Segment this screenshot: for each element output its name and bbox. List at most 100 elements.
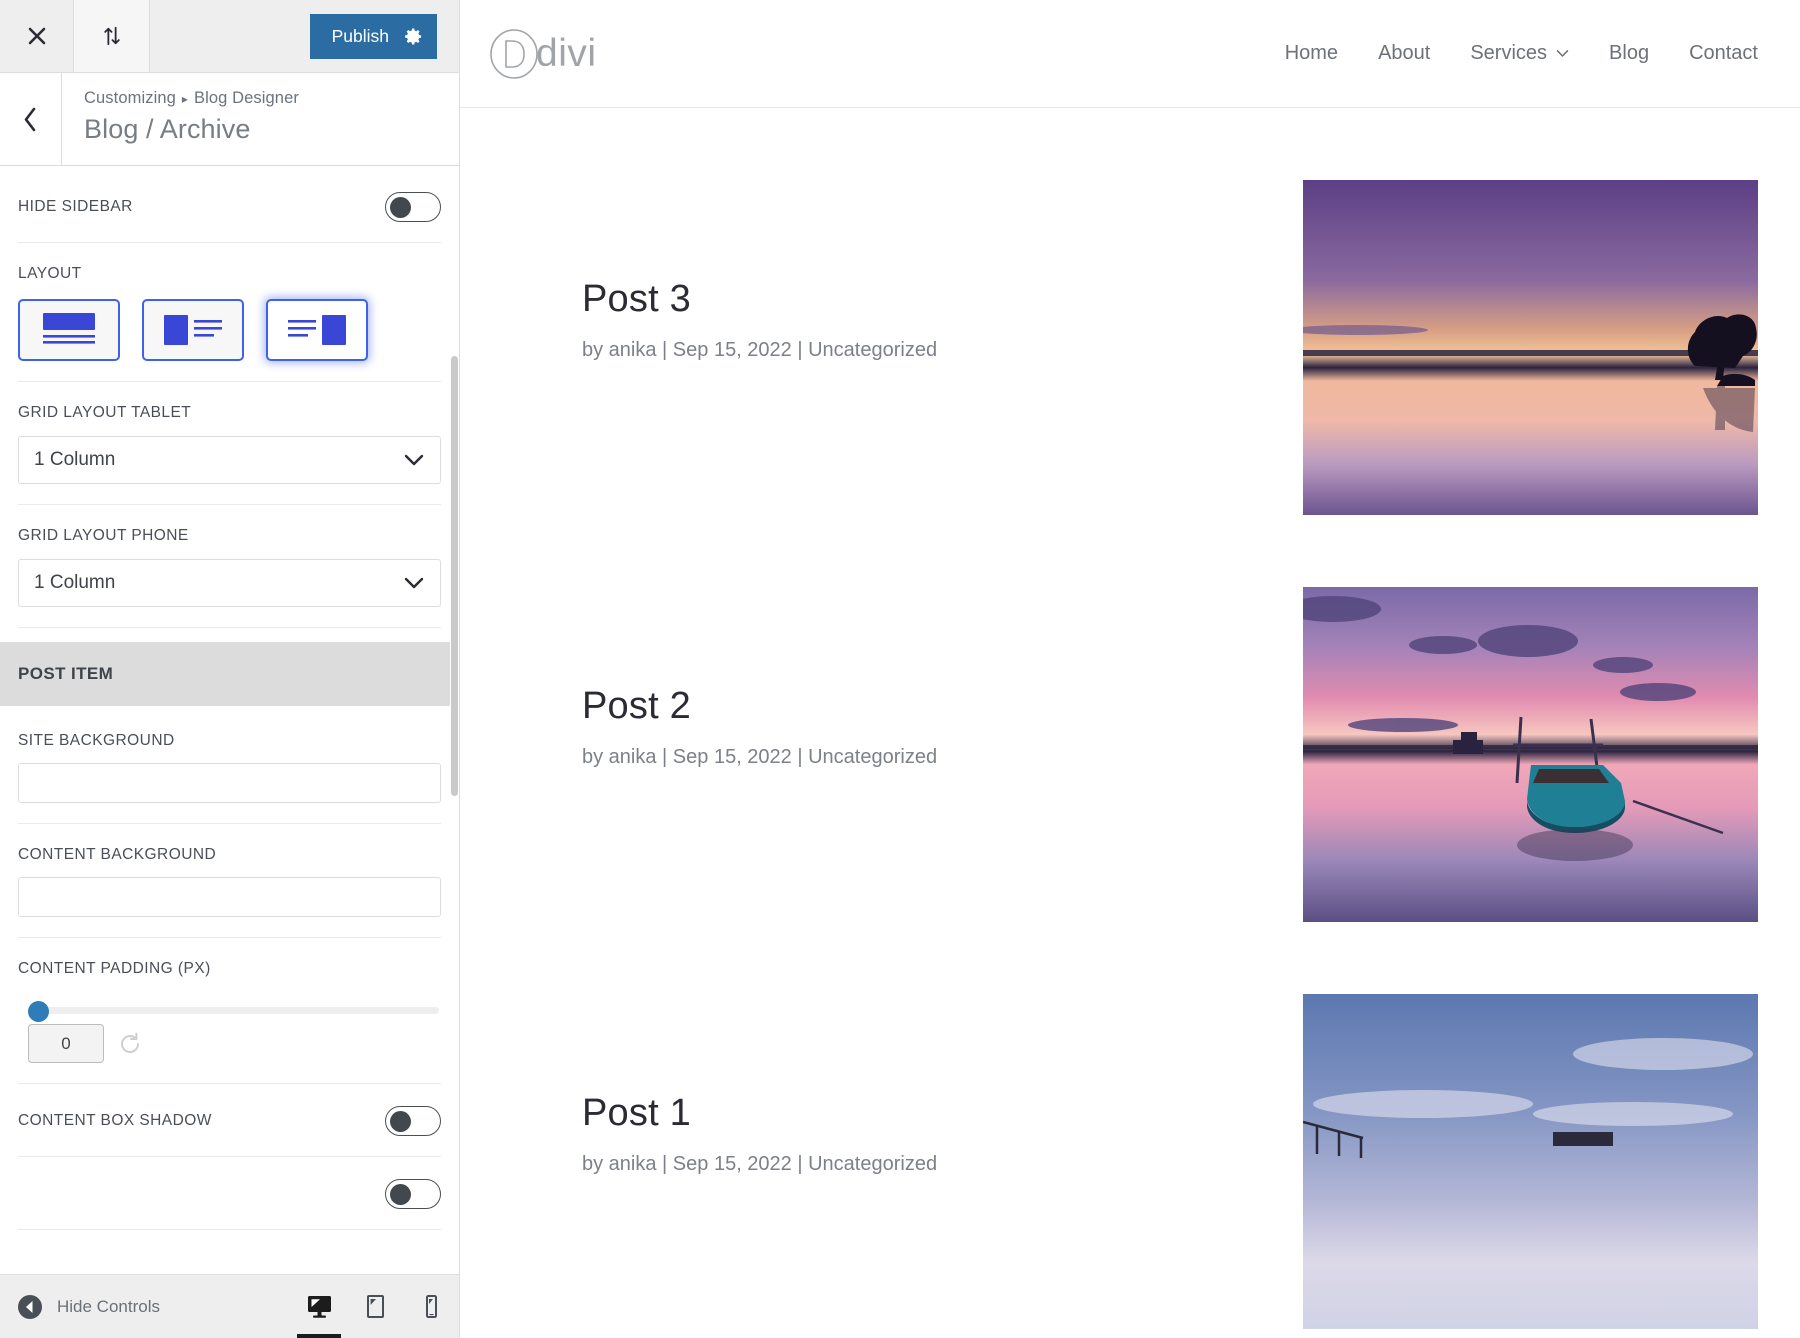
site-background-color-field[interactable]	[18, 763, 441, 803]
content-background-label: CONTENT BACKGROUND	[18, 846, 217, 863]
site-nav: Home About Services Blog Contact	[1285, 42, 1758, 65]
toggle-knob	[390, 1110, 411, 1132]
gear-icon	[404, 28, 421, 44]
content-box-shadow-toggle[interactable]	[385, 1106, 441, 1136]
site-header: divi Home About Services Blog Contact	[460, 0, 1800, 108]
content-background-color-field[interactable]	[18, 877, 441, 917]
customizer-titles: Customizing ▸ Blog Designer Blog / Archive	[62, 73, 299, 165]
reorder-arrows-icon	[103, 26, 120, 46]
grid-layout-phone-value: 1 Column	[34, 572, 116, 593]
post-item-section-header[interactable]: POST ITEM	[0, 642, 459, 706]
post-text: Post 1 by anika | Sep 15, 2022 | Uncateg…	[460, 994, 1180, 1176]
back-button[interactable]	[0, 73, 62, 165]
layout-option-image-right[interactable]	[266, 299, 368, 361]
breadcrumb: Customizing ▸ Blog Designer	[84, 89, 299, 108]
hide-controls-button[interactable]: Hide Controls	[0, 1294, 160, 1320]
collapse-left-icon	[18, 1294, 42, 1319]
partial-next-toggle[interactable]	[385, 1179, 441, 1209]
reset-icon[interactable]	[118, 1032, 142, 1056]
post-title[interactable]: Post 3	[582, 278, 1180, 321]
layout-option-image-left[interactable]	[142, 299, 244, 361]
control-site-background: SITE BACKGROUND	[18, 706, 441, 824]
nav-label: About	[1378, 42, 1431, 64]
post-item: Post 2 by anika | Sep 15, 2022 | Uncateg…	[460, 515, 1758, 922]
content-padding-slider-track[interactable]	[28, 1007, 439, 1014]
control-layout: LAYOUT	[18, 243, 441, 382]
content-padding-slider-area	[18, 995, 441, 1063]
customizer-header: Customizing ▸ Blog Designer Blog / Archive	[0, 73, 459, 166]
device-phone-button[interactable]	[403, 1275, 459, 1338]
control-hide-sidebar: HIDE SIDEBAR	[18, 166, 441, 243]
control-grid-layout-phone: GRID LAYOUT PHONE 1 Column	[18, 505, 441, 628]
post-item: Post 3 by anika | Sep 15, 2022 | Uncateg…	[460, 108, 1758, 515]
post-thumbnail[interactable]	[1303, 587, 1758, 922]
device-tablet-button[interactable]	[347, 1275, 403, 1338]
post-meta: by anika | Sep 15, 2022 | Uncategorized	[582, 339, 938, 361]
content-padding-value-row	[28, 1024, 142, 1063]
chevron-left-icon	[24, 107, 36, 131]
hide-sidebar-label: HIDE SIDEBAR	[18, 198, 133, 215]
pink-sunset-teal-rowboat-image	[1303, 587, 1758, 922]
nav-item-blog[interactable]: Blog	[1609, 42, 1649, 65]
post-list: Post 3 by anika | Sep 15, 2022 | Uncateg…	[460, 108, 1800, 1338]
control-content-background: CONTENT BACKGROUND	[18, 824, 441, 938]
breadcrumb-separator: ▸	[181, 92, 189, 106]
breadcrumb-root[interactable]: Customizing	[84, 89, 176, 107]
nav-item-services[interactable]: Services	[1470, 42, 1569, 65]
control-content-box-shadow: CONTENT BOX SHADOW	[18, 1084, 441, 1157]
nav-label: Contact	[1689, 42, 1758, 64]
layout-stacked-icon	[43, 313, 95, 344]
desktop-icon	[307, 1296, 331, 1318]
nav-item-about[interactable]: About	[1378, 42, 1430, 65]
site-logo[interactable]: divi	[488, 28, 597, 80]
post-text: Post 3 by anika | Sep 15, 2022 | Uncateg…	[460, 180, 1180, 362]
hide-sidebar-toggle[interactable]	[385, 192, 441, 222]
post-item-section: SITE BACKGROUND CONTENT BACKGROUND CONTE…	[0, 706, 459, 1230]
post-meta: by anika | Sep 15, 2022 | Uncategorized	[582, 1153, 938, 1175]
toggle-knob	[390, 196, 411, 218]
content-padding-label: CONTENT PADDING (PX)	[18, 960, 211, 977]
publish-settings-button[interactable]	[389, 13, 437, 59]
customizer-scrollbar-thumb[interactable]	[451, 356, 458, 796]
nav-item-home[interactable]: Home	[1285, 42, 1338, 65]
nav-item-contact[interactable]: Contact	[1689, 42, 1758, 65]
device-preview-switcher	[291, 1275, 459, 1338]
nav-label: Services	[1470, 42, 1548, 64]
grid-layout-tablet-value: 1 Column	[34, 449, 116, 470]
content-padding-slider-handle[interactable]	[28, 1001, 49, 1022]
reorder-button[interactable]	[74, 0, 150, 72]
control-partial-next	[18, 1157, 441, 1230]
layout-option-stacked[interactable]	[18, 299, 120, 361]
post-title[interactable]: Post 2	[582, 685, 1180, 728]
post-title[interactable]: Post 1	[582, 1092, 1180, 1135]
device-desktop-button[interactable]	[291, 1275, 347, 1338]
close-icon	[28, 27, 45, 45]
grid-layout-tablet-label: GRID LAYOUT TABLET	[18, 404, 192, 421]
divi-circle-d-logo-icon	[490, 28, 538, 79]
layout-image-right-icon	[288, 315, 346, 345]
publish-group: Publish	[309, 0, 459, 72]
tablet-icon	[366, 1295, 384, 1318]
customizer-scrollbar[interactable]	[450, 166, 459, 1274]
nav-label: Home	[1284, 42, 1339, 64]
grid-layout-phone-select[interactable]: 1 Column	[18, 559, 441, 607]
hide-controls-label: Hide Controls	[57, 1296, 160, 1316]
grid-layout-tablet-select[interactable]: 1 Column	[18, 436, 441, 484]
publish-button[interactable]: Publish	[309, 13, 389, 59]
customizer-bottombar: Hide Controls	[0, 1274, 459, 1338]
post-item: Post 1 by anika | Sep 15, 2022 | Uncateg…	[460, 922, 1758, 1329]
content-padding-input[interactable]	[28, 1024, 104, 1063]
phone-icon	[425, 1295, 437, 1318]
post-thumbnail[interactable]	[1303, 994, 1758, 1329]
control-grid-layout-tablet: GRID LAYOUT TABLET 1 Column	[18, 382, 441, 505]
post-thumbnail[interactable]	[1303, 180, 1758, 515]
layout-image-left-icon	[164, 315, 222, 345]
customizer-topbar: Publish	[0, 0, 459, 73]
site-background-label: SITE BACKGROUND	[18, 732, 175, 749]
close-customizer-button[interactable]	[0, 0, 74, 72]
layout-options	[18, 299, 441, 361]
grid-layout-phone-label: GRID LAYOUT PHONE	[18, 527, 189, 544]
breadcrumb-current: Blog Designer	[194, 89, 299, 107]
brand-text: divi	[536, 31, 597, 75]
